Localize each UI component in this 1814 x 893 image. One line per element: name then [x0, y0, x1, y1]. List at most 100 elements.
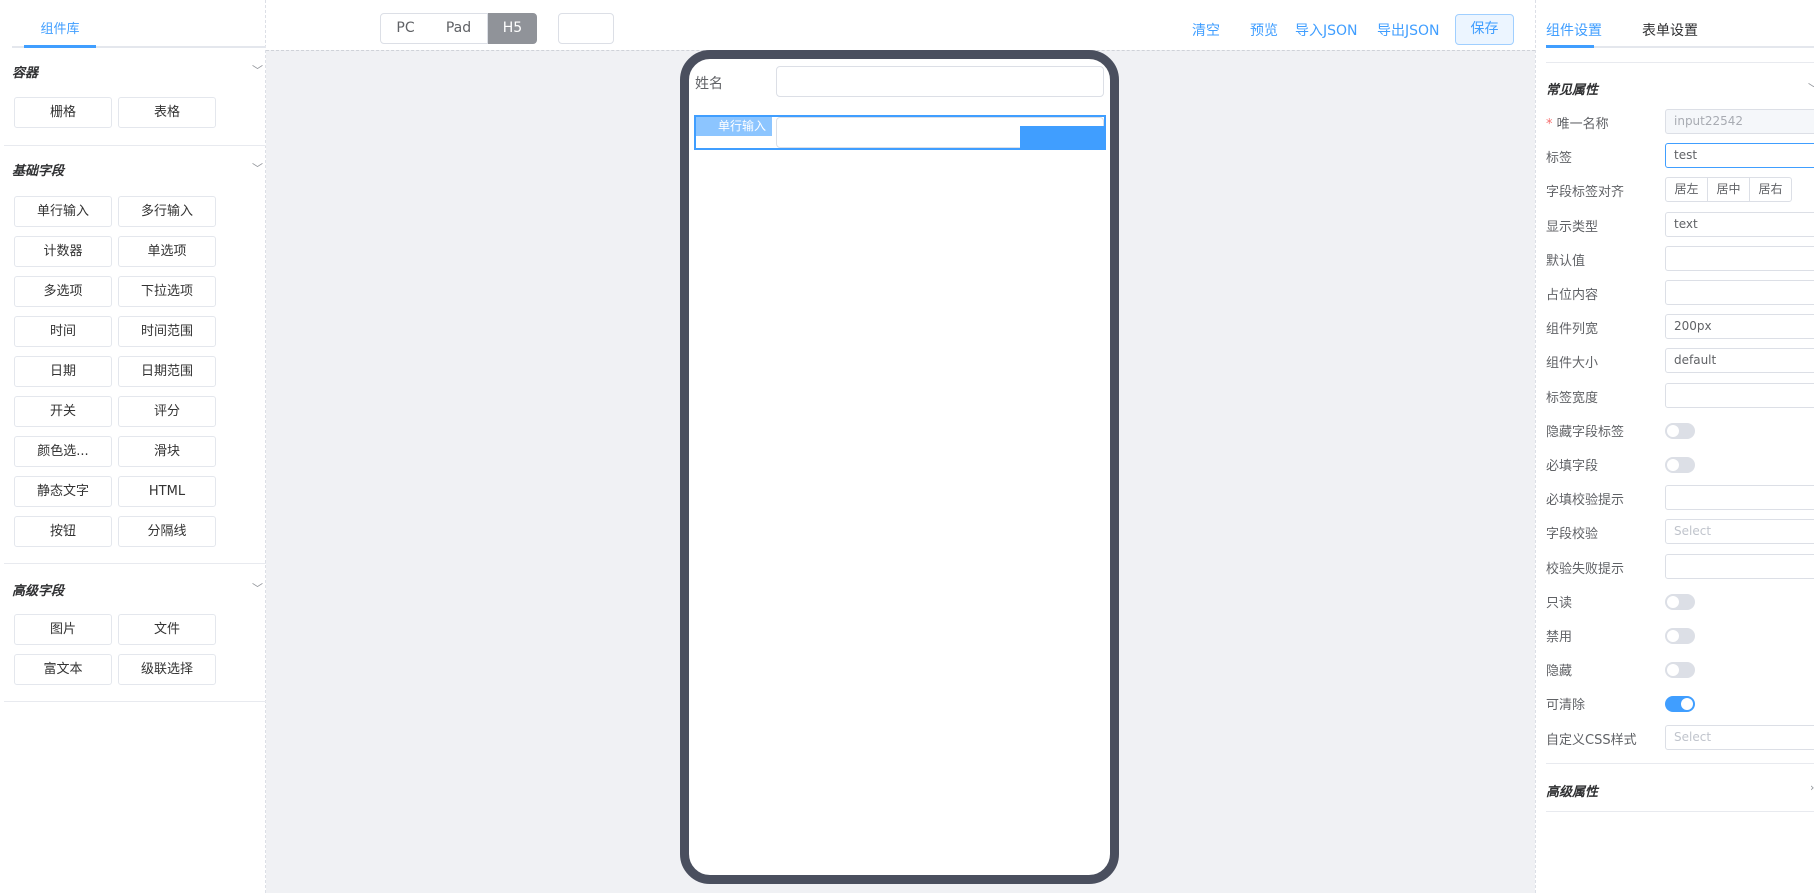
prop-label-label: 标签 [1546, 151, 1573, 167]
prop-label-align: 字段标签对齐 [1546, 185, 1625, 201]
align-2-button[interactable]: 居右 [1749, 177, 1792, 203]
device-pc-button[interactable]: PC [380, 13, 431, 44]
tab-component-settings[interactable]: 组件设置 [1546, 20, 1602, 40]
prop-label-labelwidth: 标签宽度 [1546, 390, 1599, 406]
prop-label-readonly: 只读 [1546, 595, 1573, 611]
h5-phone-frame [680, 50, 1119, 884]
divider [4, 145, 266, 146]
align-1-button[interactable]: 居中 [1707, 177, 1750, 203]
prop-label-required: 必填字段 [1546, 459, 1599, 474]
clearable-toggle[interactable] [1665, 696, 1695, 713]
divider [1546, 763, 1814, 764]
labelwidth-input[interactable] [1665, 382, 1814, 408]
css-select[interactable]: Select﹀ [1665, 724, 1814, 750]
component-item[interactable]: 计数器 [14, 236, 112, 267]
divider [1546, 811, 1814, 812]
required-toggle[interactable] [1665, 457, 1695, 473]
component-item[interactable]: 表格 [118, 97, 216, 128]
selected-field-tag: 单行输入 [696, 117, 772, 136]
component-library-panel: 组件库 容器 ﹀ 栅格 表格基础字段 ﹀ 单行输入 多行输入 计数器 单选项 多选项 下拉选项 时间时… [0, 0, 266, 893]
export-json-button[interactable]: 导出JSON [1377, 20, 1440, 40]
readonly-toggle[interactable] [1665, 593, 1695, 610]
component-item[interactable]: 日期范围 [118, 356, 216, 387]
prop-label-requiredmsg: 必填校验提示 [1546, 493, 1625, 509]
requiredmsg-input[interactable] [1665, 485, 1814, 511]
component-item[interactable]: 滑块 [118, 436, 216, 467]
component-item[interactable]: 下拉选项 [118, 276, 216, 307]
component-item[interactable]: 日期 [14, 356, 112, 387]
component-item[interactable]: 文件 [118, 614, 216, 645]
component-item[interactable]: 多选项 [14, 276, 112, 307]
component-item[interactable]: 单行输入 [14, 196, 112, 227]
component-item[interactable]: HTML [118, 476, 216, 507]
chevron-right-icon[interactable]: › [1810, 781, 1814, 794]
prop-label-validate: 字段校验 [1546, 527, 1599, 543]
save-button[interactable]: 保存 [1455, 14, 1514, 45]
name-input[interactable]: input22542 [1665, 109, 1814, 134]
device-h5-button[interactable]: H5 [488, 13, 537, 44]
prop-label-failmsg: 校验失败提示 [1546, 561, 1625, 577]
component-item[interactable]: 富文本 [14, 654, 112, 685]
component-item[interactable]: 按钮 [14, 516, 112, 547]
component-item[interactable]: 分隔线 [118, 516, 216, 547]
placeholder-input[interactable] [1665, 280, 1814, 305]
device-pad-button[interactable]: Pad [430, 13, 488, 44]
prop-label-clearable: 可清除 [1546, 698, 1586, 714]
label-input[interactable]: test [1665, 143, 1814, 169]
align-0-button[interactable]: 居左 [1665, 177, 1708, 203]
component-item[interactable]: 图片 [14, 614, 112, 645]
failmsg-input[interactable] [1665, 553, 1814, 579]
chevron-down-icon[interactable]: ﹀ [1808, 80, 1814, 96]
prop-label-disabled: 禁用 [1546, 630, 1573, 645]
component-item[interactable]: 时间 [14, 316, 112, 347]
component-item[interactable]: 单选项 [118, 236, 216, 267]
prop-label-css: 自定义CSS样式 [1546, 732, 1637, 748]
component-item[interactable]: 开关 [14, 396, 112, 427]
blank-button[interactable] [558, 13, 614, 44]
advanced-props-title[interactable]: 高级属性 [1546, 781, 1598, 800]
type-select[interactable]: text﹀ [1665, 211, 1814, 237]
prop-label-hidden: 隐藏 [1546, 664, 1573, 680]
tab-active-indicator [1546, 45, 1594, 48]
prop-label-type: 显示类型 [1546, 219, 1599, 235]
name-input[interactable] [776, 66, 1104, 97]
divider [1546, 62, 1814, 63]
component-item[interactable]: 多行输入 [118, 196, 216, 227]
divider [4, 563, 266, 564]
prop-label-width: 组件列宽 [1546, 322, 1599, 338]
prop-label-placeholder: 占位内容 [1546, 288, 1599, 303]
component-item[interactable]: 颜色选... [14, 436, 112, 467]
import-json-button[interactable]: 导入JSON [1295, 20, 1358, 40]
component-item[interactable]: 级联选择 [118, 654, 216, 685]
divider [4, 701, 266, 702]
field-action-bar[interactable] [1020, 126, 1106, 150]
tab-component-library[interactable]: 组件库 [24, 18, 96, 37]
prop-label-size: 组件大小 [1546, 356, 1599, 372]
component-item[interactable]: 评分 [118, 396, 216, 427]
tab-form-settings[interactable]: 表单设置 [1642, 20, 1698, 40]
prop-label-hidelabel: 隐藏字段标签 [1546, 424, 1625, 440]
prop-label-default: 默认值 [1546, 253, 1586, 269]
hidden-toggle[interactable] [1665, 662, 1695, 679]
component-item[interactable]: 栅格 [14, 97, 112, 128]
chevron-down-icon[interactable]: ﹀ [252, 580, 263, 596]
common-props-title[interactable]: 常见属性 [1546, 79, 1598, 98]
size-select[interactable]: default﹀ [1665, 348, 1814, 374]
section-title[interactable]: 基础字段 [12, 160, 64, 179]
preview-button[interactable]: 预览 [1250, 20, 1278, 40]
component-item[interactable]: 静态文字 [14, 476, 112, 507]
chevron-down-icon[interactable]: ﹀ [252, 62, 263, 78]
chevron-down-icon[interactable]: ﹀ [252, 160, 263, 176]
component-item[interactable]: 时间范围 [118, 316, 216, 347]
settings-panel: 组件设置 表单设置 常见属性 ﹀ * 唯一名称 input22542 标签 test 字… [1535, 0, 1814, 893]
field-label-name: 姓名 [695, 76, 723, 92]
width-input[interactable]: 200px [1665, 314, 1814, 340]
validate-select[interactable]: Select﹀ [1665, 519, 1814, 545]
default-input[interactable] [1665, 245, 1814, 271]
disabled-toggle[interactable] [1665, 628, 1695, 644]
prop-label-name: * 唯一名称 [1546, 117, 1609, 132]
section-title[interactable]: 容器 [12, 62, 38, 81]
clear-button[interactable]: 清空 [1192, 20, 1220, 40]
section-title[interactable]: 高级字段 [12, 580, 64, 599]
hidelabel-toggle[interactable] [1665, 422, 1695, 439]
